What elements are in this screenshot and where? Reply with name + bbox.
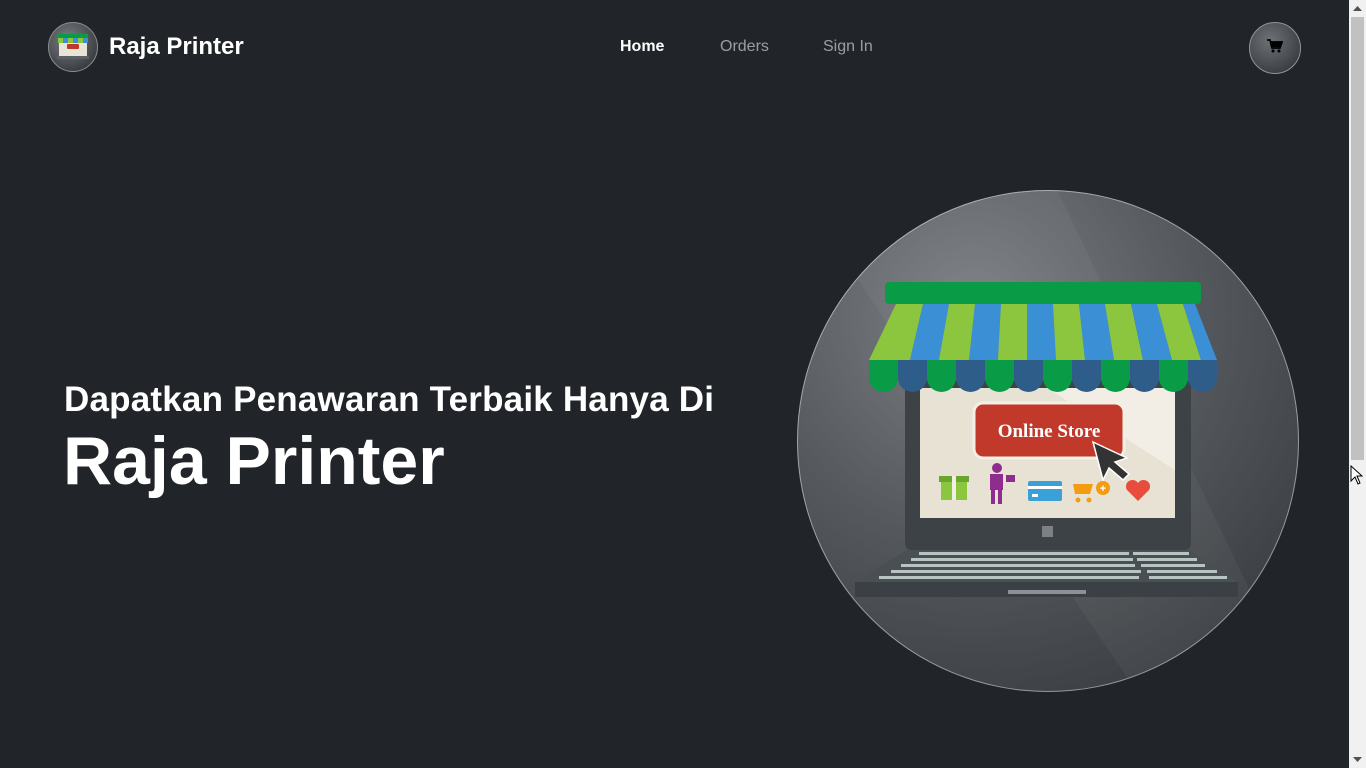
online-store-illustration: Online Store + xyxy=(797,190,1299,692)
brand-name: Raja Printer xyxy=(109,33,244,60)
nav-orders-link[interactable]: Orders xyxy=(720,38,769,56)
nav-home-link[interactable]: Home xyxy=(620,38,664,56)
cart-button[interactable] xyxy=(1249,22,1301,74)
scrollbar-thumb[interactable] xyxy=(1351,17,1364,460)
brand-link[interactable]: Raja Printer xyxy=(48,22,244,72)
scroll-down-arrow-icon[interactable] xyxy=(1349,751,1366,768)
scroll-up-arrow-icon[interactable] xyxy=(1349,0,1366,17)
vertical-scrollbar[interactable] xyxy=(1349,0,1366,768)
hero-title: Raja Printer xyxy=(63,423,445,499)
nav-sign-in-link[interactable]: Sign In xyxy=(823,38,873,56)
svg-text:+: + xyxy=(1100,483,1106,495)
page: Raja Printer Home Orders Sign In Dapatka… xyxy=(0,0,1349,768)
hero-subtitle: Dapatkan Penawaran Terbaik Hanya Di xyxy=(64,380,715,419)
cart-icon xyxy=(1267,38,1284,58)
online-store-sign: Online Store xyxy=(998,421,1101,442)
navbar: Raja Printer Home Orders Sign In xyxy=(0,0,1349,96)
hero-image: Online Store + xyxy=(797,190,1299,692)
mouse-pointer-icon xyxy=(1350,464,1364,490)
storefront-icon xyxy=(48,22,98,72)
